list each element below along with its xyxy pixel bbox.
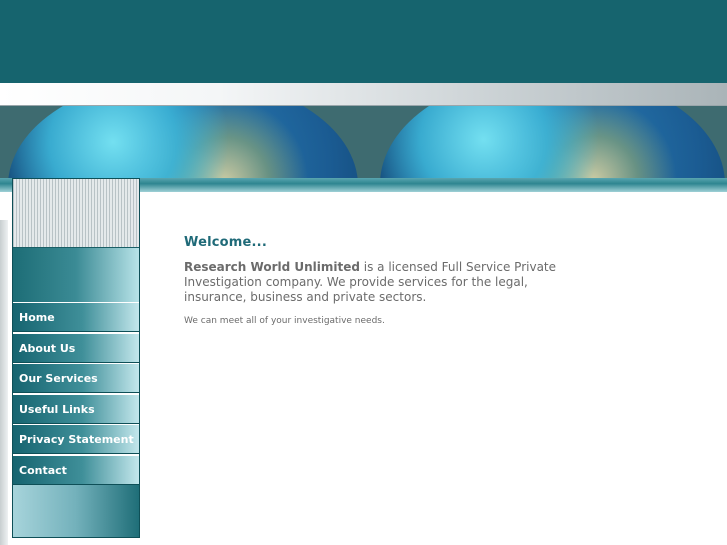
globe-banner	[0, 106, 727, 178]
sidebar-bottom-block	[13, 485, 139, 537]
nav-item-home[interactable]: Home	[13, 303, 139, 332]
nav-item-contact[interactable]: Contact	[13, 455, 139, 485]
header-silver-band	[0, 83, 727, 106]
left-edge-shadow	[0, 220, 8, 545]
header-band	[0, 0, 727, 83]
nav-item-about-us[interactable]: About Us	[13, 333, 139, 363]
page-title: Welcome...	[184, 235, 267, 250]
nav-item-privacy-statement[interactable]: Privacy Statement	[13, 425, 139, 454]
globe-left-image	[8, 106, 358, 178]
tagline-note: We can meet all of your investigative ne…	[184, 316, 385, 326]
globe-right-image	[380, 106, 725, 178]
nav-item-our-services[interactable]: Our Services	[13, 364, 139, 393]
nav-menu: Home About Us Our Services Useful Links …	[13, 303, 139, 486]
sidebar: Home About Us Our Services Useful Links …	[12, 178, 140, 538]
company-name: Research World Unlimited	[184, 260, 360, 274]
sidebar-top-block	[13, 248, 139, 302]
main-content: Welcome... Research World Unlimited is a…	[184, 235, 584, 326]
nav-item-useful-links[interactable]: Useful Links	[13, 394, 139, 424]
intro-paragraph: Research World Unlimited is a licensed F…	[184, 260, 584, 305]
sidebar-stripes	[13, 179, 139, 248]
